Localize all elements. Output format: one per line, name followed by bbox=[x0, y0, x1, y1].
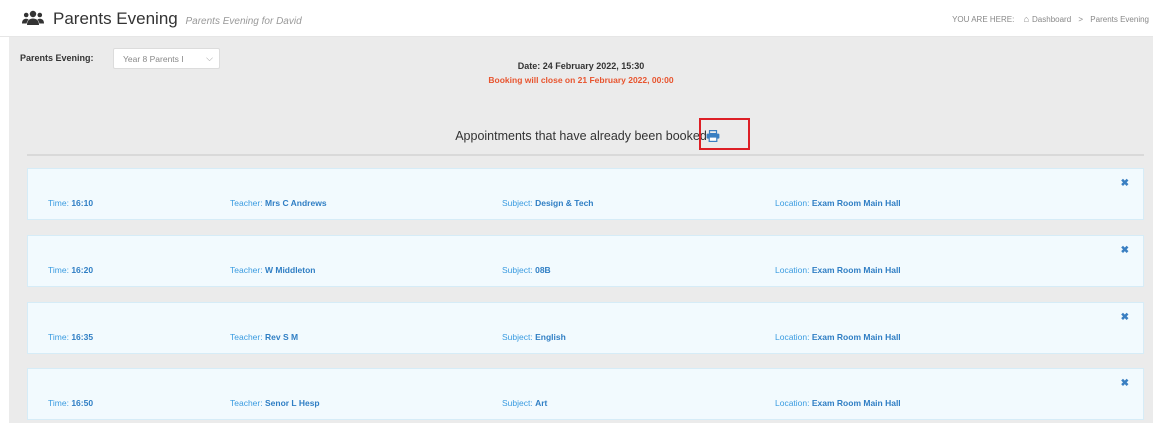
location-value: Exam Room Main Hall bbox=[811, 198, 901, 208]
subject-label: Subject: bbox=[502, 198, 533, 208]
booked-heading: Appointments that have already been book… bbox=[455, 129, 707, 143]
teacher-label: Teacher: bbox=[230, 332, 263, 342]
appointment-location: Location: Exam Room Main Hall bbox=[775, 265, 901, 275]
home-icon: ⌂ bbox=[1023, 14, 1030, 24]
time-value: 16:35 bbox=[71, 332, 94, 342]
appointment-time: Time: 16:50 bbox=[48, 398, 93, 408]
location-value: Exam Room Main Hall bbox=[811, 265, 901, 275]
appointment-subject: Subject: 08B bbox=[502, 265, 551, 275]
location-label: Location: bbox=[775, 265, 810, 275]
location-label: Location: bbox=[775, 332, 810, 342]
time-label: Time: bbox=[48, 198, 69, 208]
printer-icon[interactable] bbox=[706, 130, 720, 142]
appointment-card: Time: 16:50 Teacher: Senor L Hesp Subjec… bbox=[27, 368, 1144, 420]
time-value: 16:20 bbox=[71, 265, 94, 275]
divider bbox=[27, 154, 1144, 156]
event-date: Date: 24 February 2022, 15:30 bbox=[517, 61, 645, 71]
time-value: 16:10 bbox=[71, 198, 94, 208]
appointment-location: Location: Exam Room Main Hall bbox=[775, 398, 901, 408]
appointment-time: Time: 16:20 bbox=[48, 265, 93, 275]
users-icon bbox=[22, 10, 44, 25]
subject-value: Design & Tech bbox=[535, 198, 594, 208]
location-value: Exam Room Main Hall bbox=[811, 332, 901, 342]
time-label: Time: bbox=[48, 265, 69, 275]
remove-appointment-icon[interactable]: ✖ bbox=[1121, 245, 1129, 256]
appointment-teacher: Teacher: W Middleton bbox=[230, 265, 316, 275]
appointment-teacher: Teacher: Senor L Hesp bbox=[230, 398, 320, 408]
teacher-value: W Middleton bbox=[264, 265, 316, 275]
page-header: Parents Evening Parents Evening for Davi… bbox=[0, 0, 1153, 37]
teacher-label: Teacher: bbox=[230, 398, 263, 408]
breadcrumb-current: Parents Evening bbox=[1090, 15, 1149, 24]
location-label: Location: bbox=[775, 398, 810, 408]
main-content: Parents Evening: Year 8 Parents I ⌵ Date… bbox=[9, 37, 1153, 423]
appointment-time: Time: 16:35 bbox=[48, 332, 93, 342]
remove-appointment-icon[interactable]: ✖ bbox=[1121, 312, 1129, 323]
booking-close-notice: Booking will close on 21 February 2022, … bbox=[488, 75, 674, 85]
breadcrumb: YOU ARE HERE: ⌂ Dashboard > Parents Eveni… bbox=[952, 14, 1149, 24]
teacher-value: Senor L Hesp bbox=[264, 398, 320, 408]
page-title-text: Parents Evening bbox=[53, 9, 178, 28]
remove-appointment-icon[interactable]: ✖ bbox=[1121, 378, 1129, 389]
location-label: Location: bbox=[775, 198, 810, 208]
breadcrumb-label: YOU ARE HERE: bbox=[952, 15, 1015, 24]
teacher-label: Teacher: bbox=[230, 265, 263, 275]
location-value: Exam Room Main Hall bbox=[811, 398, 901, 408]
subject-value: 08B bbox=[535, 265, 551, 275]
appointment-card: Time: 16:35 Teacher: Rev S M Subject: En… bbox=[27, 302, 1144, 354]
appointment-subject: Subject: Design & Tech bbox=[502, 198, 594, 208]
teacher-value: Mrs C Andrews bbox=[264, 198, 327, 208]
breadcrumb-separator-icon: > bbox=[1078, 15, 1084, 24]
appointment-subject: Subject: English bbox=[502, 332, 566, 342]
teacher-label: Teacher: bbox=[230, 198, 263, 208]
appointment-teacher: Teacher: Rev S M bbox=[230, 332, 298, 342]
appointment-subject: Subject: Art bbox=[502, 398, 547, 408]
subject-value: Art bbox=[535, 398, 548, 408]
appointment-card: Time: 16:10 Teacher: Mrs C Andrews Subje… bbox=[27, 168, 1144, 220]
appointment-card: Time: 16:20 Teacher: W Middleton Subject… bbox=[27, 235, 1144, 287]
time-value: 16:50 bbox=[71, 398, 94, 408]
time-label: Time: bbox=[48, 332, 69, 342]
breadcrumb-dashboard-link[interactable]: Dashboard bbox=[1032, 15, 1071, 24]
remove-appointment-icon[interactable]: ✖ bbox=[1121, 178, 1129, 189]
appointment-location: Location: Exam Room Main Hall bbox=[775, 198, 901, 208]
appointment-location: Location: Exam Room Main Hall bbox=[775, 332, 901, 342]
subject-label: Subject: bbox=[502, 332, 533, 342]
appointment-teacher: Teacher: Mrs C Andrews bbox=[230, 198, 327, 208]
appointment-time: Time: 16:10 bbox=[48, 198, 93, 208]
time-label: Time: bbox=[48, 398, 69, 408]
page-title: Parents Evening Parents Evening for Davi… bbox=[53, 9, 302, 29]
page-subtitle: Parents Evening for David bbox=[185, 16, 302, 27]
teacher-value: Rev S M bbox=[264, 332, 299, 342]
subject-label: Subject: bbox=[502, 265, 533, 275]
subject-label: Subject: bbox=[502, 398, 533, 408]
subject-value: English bbox=[535, 332, 566, 342]
